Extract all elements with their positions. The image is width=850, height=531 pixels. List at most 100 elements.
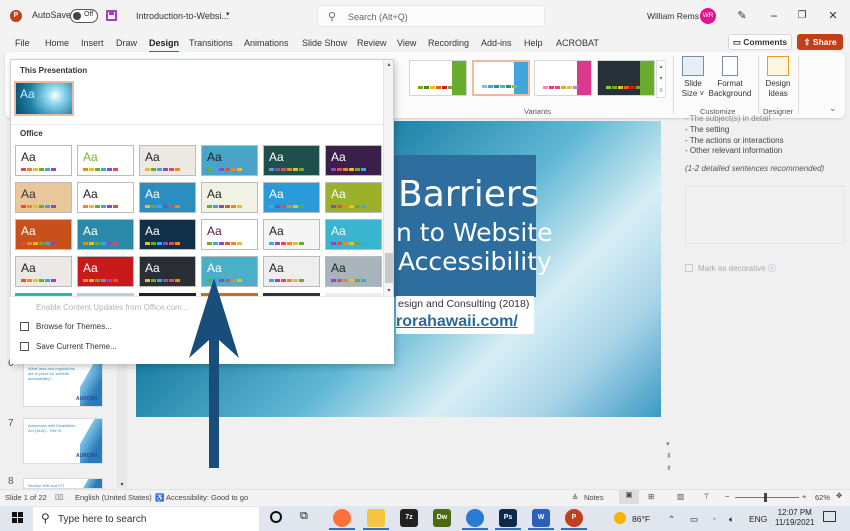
- theme-thumbnail[interactable]: Aa: [139, 145, 196, 176]
- zoom-out-button[interactable]: −: [725, 492, 729, 501]
- theme-thumbnail[interactable]: Aa: [77, 145, 134, 176]
- theme-thumbnail[interactable]: Aa: [77, 182, 134, 213]
- tab-draw[interactable]: Draw: [116, 38, 137, 48]
- theme-thumbnail[interactable]: Aa: [15, 145, 72, 176]
- theme-thumbnail[interactable]: Aa: [15, 182, 72, 213]
- variant-thumbnail[interactable]: [534, 60, 592, 96]
- weather-sun-icon[interactable]: [614, 512, 626, 524]
- search-input[interactable]: ⚲ Search (Alt+Q): [317, 5, 545, 27]
- tab-home[interactable]: Home: [45, 38, 69, 48]
- tab-transitions[interactable]: Transitions: [189, 38, 233, 48]
- theme-thumbnail[interactable]: Aa: [77, 256, 134, 287]
- format-background-button[interactable]: Format Background: [706, 56, 754, 99]
- slide-subtitle-2[interactable]: Accessibility: [398, 247, 552, 276]
- volume-icon[interactable]: 🔈︎: [729, 514, 734, 525]
- theme-thumbnail[interactable]: Aa: [325, 182, 382, 213]
- zoom-level[interactable]: 62%: [815, 493, 830, 502]
- notes-button[interactable]: Notes: [584, 493, 604, 502]
- spelling-icon[interactable]: ▯▯: [55, 492, 63, 501]
- theme-thumbnail[interactable]: Aa: [201, 145, 258, 176]
- theme-thumbnail[interactable]: Aa: [325, 256, 382, 287]
- taskbar-app-word[interactable]: W: [532, 509, 550, 527]
- tab-help[interactable]: Help: [524, 38, 543, 48]
- close-button[interactable]: ✕: [823, 6, 843, 26]
- current-theme-thumbnail[interactable]: Aa: [14, 81, 74, 116]
- theme-thumbnail[interactable]: Aa: [139, 219, 196, 250]
- browse-themes-item[interactable]: Browse for Themes...: [36, 322, 112, 331]
- thumbnail-scrollbar[interactable]: ▾: [117, 360, 127, 488]
- tab-insert[interactable]: Insert: [81, 38, 104, 48]
- scroll-up-icon[interactable]: ▴: [384, 60, 394, 70]
- wifi-icon[interactable]: ◔: [711, 514, 716, 524]
- comments-button[interactable]: ▭ Comments: [728, 34, 792, 50]
- slide-thumbnail[interactable]: Section 508 and ICT Refresh: [23, 478, 103, 489]
- tab-add-ins[interactable]: Add-ins: [481, 38, 512, 48]
- theme-thumbnail[interactable]: Aa: [325, 145, 382, 176]
- slide-title[interactable]: Barriers: [398, 174, 539, 215]
- autosave-toggle[interactable]: Off: [70, 9, 98, 23]
- clock[interactable]: 12:07 PM 11/19/2021: [775, 508, 814, 528]
- tab-view[interactable]: View: [397, 38, 416, 48]
- document-name[interactable]: Introduction-to-Websi...: [136, 11, 229, 21]
- slide-thumbnail[interactable]: Americans with Disabilities Act (ADA) - …: [23, 418, 103, 464]
- avatar[interactable]: WR: [700, 8, 716, 24]
- theme-thumbnail[interactable]: Aa: [263, 145, 320, 176]
- normal-view-button[interactable]: ▣: [619, 490, 639, 504]
- theme-thumbnail[interactable]: Aa: [139, 256, 196, 287]
- tab-slide-show[interactable]: Slide Show: [302, 38, 347, 48]
- theme-thumbnail[interactable]: Aa: [139, 182, 196, 213]
- cortana-icon[interactable]: [270, 511, 282, 523]
- windows-start-icon[interactable]: [12, 512, 23, 523]
- slide-subtitle[interactable]: n to Website: [396, 218, 553, 247]
- slide-thumbnail[interactable]: What laws and regulations are in place f…: [23, 361, 103, 407]
- scroll-down-icon[interactable]: ▾: [384, 286, 394, 296]
- pen-icon[interactable]: ✎: [732, 6, 752, 26]
- user-name[interactable]: William Rems: [647, 11, 699, 21]
- collapse-ribbon-icon[interactable]: ⌄: [829, 103, 837, 114]
- save-current-theme-item[interactable]: Save Current Theme...: [36, 342, 117, 351]
- theme-thumbnail[interactable]: Aa: [201, 219, 258, 250]
- variants-scroll[interactable]: ▴ ▾ ≡: [656, 60, 666, 98]
- tab-animations[interactable]: Animations: [244, 38, 289, 48]
- theme-thumbnail[interactable]: Aa: [263, 219, 320, 250]
- zoom-slider-thumb[interactable]: [763, 493, 767, 502]
- save-icon[interactable]: [106, 10, 117, 21]
- accessibility-status[interactable]: Accessibility: Good to go: [166, 493, 248, 502]
- scroll-down-icon[interactable]: ▾: [117, 481, 127, 488]
- tab-file[interactable]: File: [15, 38, 30, 48]
- zoom-in-button[interactable]: +: [802, 492, 806, 501]
- battery-icon[interactable]: ▭: [690, 514, 698, 525]
- language-indicator[interactable]: English (United States): [75, 493, 152, 502]
- tab-acrobat[interactable]: ACROBAT: [556, 38, 599, 48]
- reading-view-button[interactable]: ▥: [677, 492, 684, 501]
- weather-temp[interactable]: 86°F: [632, 514, 650, 524]
- restore-button[interactable]: ❐: [792, 6, 812, 26]
- taskbar-app-7zip[interactable]: 7z: [400, 509, 418, 527]
- slide-credit[interactable]: esign and Consulting (2018): [398, 298, 529, 310]
- taskbar-app-file-explorer[interactable]: [367, 509, 385, 527]
- slide-sorter-button[interactable]: ⊞: [648, 492, 654, 501]
- previous-slide-icon[interactable]: ⇞: [666, 452, 672, 460]
- taskbar-app-photoshop[interactable]: Ps: [499, 509, 517, 527]
- scroll-down-icon[interactable]: ▾: [666, 440, 670, 448]
- decorative-checkbox[interactable]: [685, 264, 693, 272]
- taskbar-app-dreamweaver[interactable]: Dw: [433, 509, 451, 527]
- taskbar-search-input[interactable]: ⚲ Type here to search: [33, 507, 259, 531]
- next-slide-icon[interactable]: ⇟: [666, 464, 672, 472]
- theme-thumbnail[interactable]: Aa: [77, 219, 134, 250]
- notifications-icon[interactable]: [823, 511, 836, 522]
- input-language[interactable]: ENG: [749, 514, 767, 524]
- theme-thumbnail[interactable]: Aa: [15, 219, 72, 250]
- gallery-scrollbar[interactable]: ▴ ▾: [383, 60, 393, 296]
- design-ideas-button[interactable]: Design Ideas: [762, 56, 794, 99]
- theme-thumbnail[interactable]: Aa: [263, 256, 320, 287]
- tray-chevron-icon[interactable]: ⌃: [668, 514, 675, 525]
- task-view-icon[interactable]: ⧉: [300, 510, 308, 523]
- taskbar-app-powerpoint[interactable]: P: [565, 509, 583, 527]
- variant-thumbnail[interactable]: [597, 60, 655, 96]
- variant-thumbnail[interactable]: [409, 60, 467, 96]
- chevron-down-icon[interactable]: ▾: [226, 10, 230, 18]
- minimize-button[interactable]: −: [764, 6, 784, 26]
- variant-thumbnail[interactable]: [472, 60, 530, 96]
- alt-text-input[interactable]: [685, 186, 845, 244]
